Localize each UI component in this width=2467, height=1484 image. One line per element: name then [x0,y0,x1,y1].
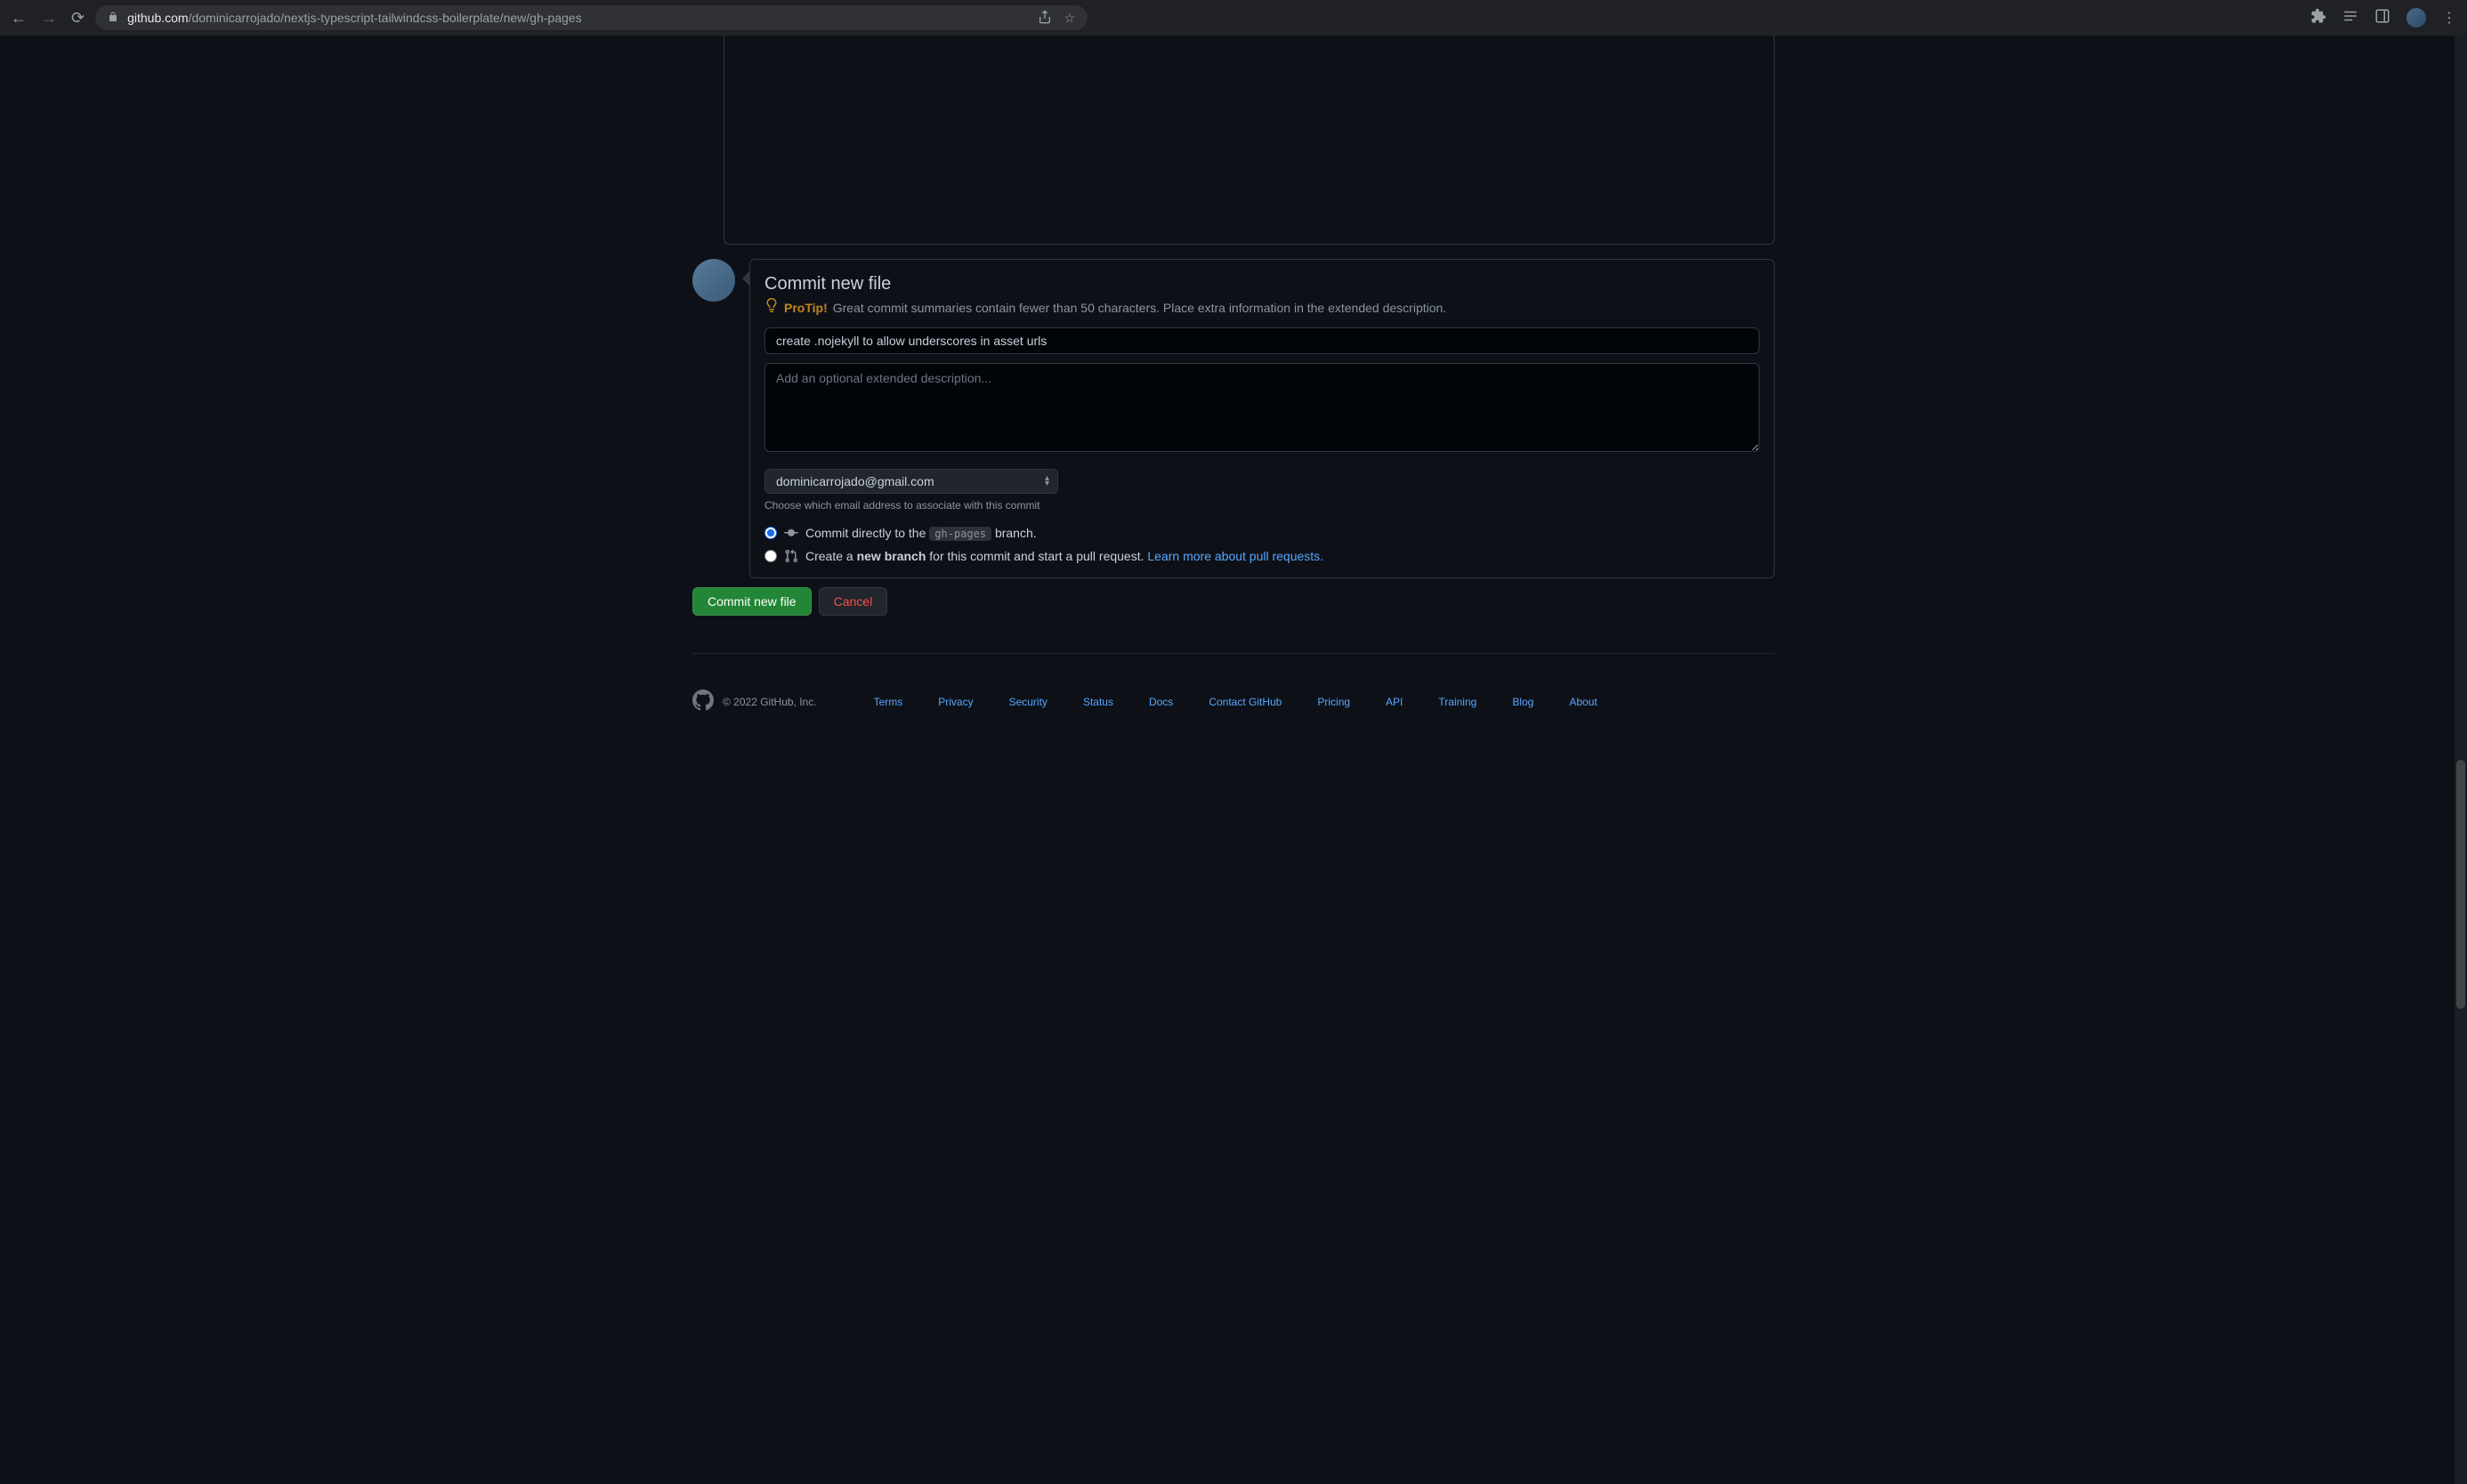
commit-description-textarea[interactable] [764,363,1759,452]
forward-icon[interactable]: → [41,9,57,28]
page-content: Commit new file ProTip! Great commit sum… [0,36,2467,1484]
email-hint: Choose which email address to associate … [764,499,1759,512]
star-icon[interactable]: ☆ [1064,11,1076,26]
footer-link-pricing[interactable]: Pricing [1317,696,1350,708]
footer-link-about[interactable]: About [1569,696,1597,708]
git-commit-icon [784,526,798,540]
form-actions: Commit new file Cancel [692,587,1775,616]
lightbulb-icon [764,298,779,317]
radio-new-branch-label: Create a new branch for this commit and … [805,549,1323,563]
page-footer: © 2022 GitHub, Inc. Terms Privacy Securi… [692,653,1775,749]
footer-link-status[interactable]: Status [1083,696,1113,708]
learn-pr-link[interactable]: Learn more about pull requests. [1147,549,1323,563]
protip-label: ProTip! [784,301,828,315]
footer-links: Terms Privacy Security Status Docs Conta… [874,696,1597,708]
email-select[interactable]: dominicarrojado@gmail.com [764,469,1058,494]
footer-link-docs[interactable]: Docs [1149,696,1173,708]
user-avatar[interactable] [692,259,735,302]
profile-avatar[interactable] [2406,8,2426,28]
commit-summary-input[interactable] [764,327,1759,354]
radio-new-branch[interactable]: Create a new branch for this commit and … [764,549,1759,563]
scrollbar-thumb[interactable] [2456,760,2465,1009]
url-text: github.com/dominicarrojado/nextjs-typesc… [127,11,581,25]
footer-link-privacy[interactable]: Privacy [938,696,973,708]
footer-link-api[interactable]: API [1386,696,1403,708]
chrome-actions: ⋮ [2310,8,2456,28]
panel-icon[interactable] [2374,8,2390,28]
footer-link-security[interactable]: Security [1009,696,1047,708]
reload-icon[interactable]: ⟳ [71,9,85,28]
nav-buttons: ← → ⟳ [11,9,85,28]
commit-button[interactable]: Commit new file [692,587,812,616]
menu-icon[interactable]: ⋮ [2442,9,2456,27]
footer-link-contact[interactable]: Contact GitHub [1209,696,1282,708]
protip-text: Great commit summaries contain fewer tha… [833,301,1446,315]
address-bar[interactable]: github.com/dominicarrojado/nextjs-typesc… [95,5,1088,30]
browser-toolbar: ← → ⟳ github.com/dominicarrojado/nextjs-… [0,0,2467,36]
lock-icon [108,12,118,25]
back-icon[interactable]: ← [11,9,27,28]
cancel-button[interactable]: Cancel [819,587,888,616]
protip: ProTip! Great commit summaries contain f… [764,298,1759,317]
extensions-icon[interactable] [2310,8,2326,28]
github-logo-icon[interactable] [692,690,714,714]
copyright-text: © 2022 GitHub, Inc. [723,696,817,708]
git-pull-request-icon [784,549,798,563]
branch-radio-group: Commit directly to the gh-pages branch. … [764,526,1759,563]
branch-badge: gh-pages [929,527,991,541]
radio-direct-label: Commit directly to the gh-pages branch. [805,526,1037,540]
radio-input-direct[interactable] [764,527,777,539]
radio-commit-direct[interactable]: Commit directly to the gh-pages branch. [764,526,1759,540]
radio-input-new-branch[interactable] [764,550,777,562]
commit-section: Commit new file ProTip! Great commit sum… [692,259,1775,578]
commit-form: Commit new file ProTip! Great commit sum… [749,259,1775,578]
reading-list-icon[interactable] [2342,8,2358,28]
share-icon[interactable] [1038,10,1052,27]
file-editor[interactable] [724,36,1775,245]
scrollbar[interactable] [2455,36,2467,1484]
footer-link-training[interactable]: Training [1438,696,1476,708]
commit-heading: Commit new file [764,274,1759,294]
footer-link-blog[interactable]: Blog [1512,696,1533,708]
footer-link-terms[interactable]: Terms [874,696,903,708]
